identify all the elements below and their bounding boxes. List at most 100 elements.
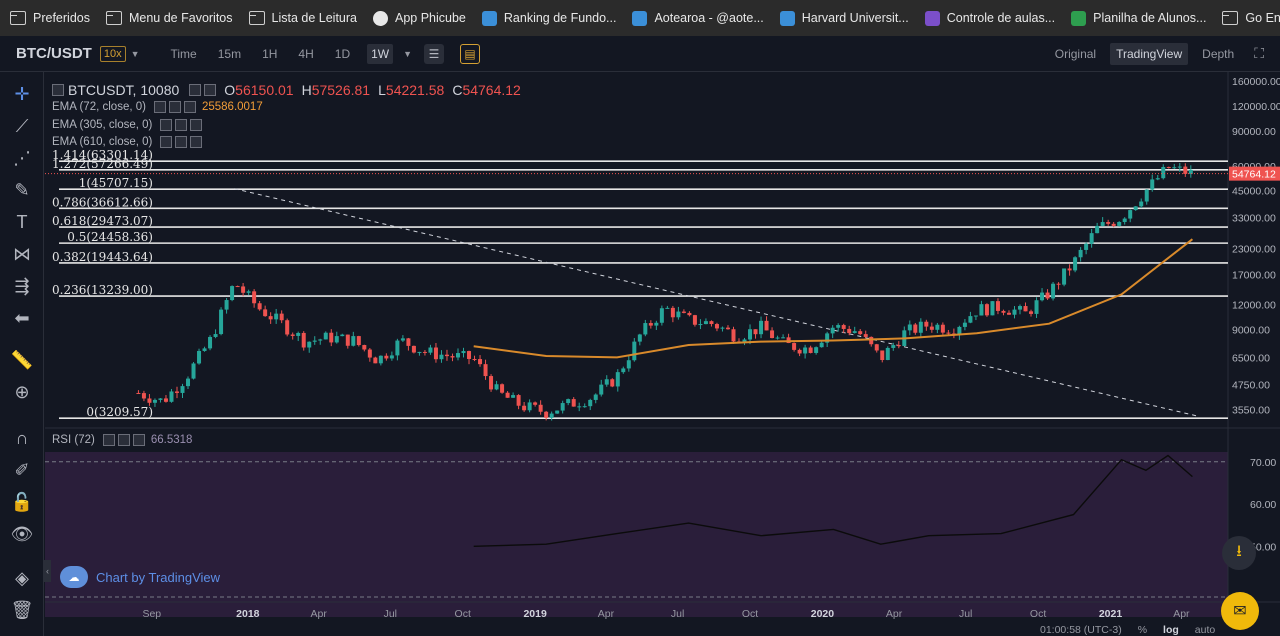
ema72-eye-icon[interactable]	[168, 101, 181, 113]
timeframe-4h[interactable]: 4H	[294, 44, 317, 64]
brush-icon[interactable]: ✎	[10, 178, 34, 202]
bookmark-item[interactable]: App Phicube	[373, 10, 466, 26]
rsi-close-icon[interactable]	[132, 434, 145, 446]
timeframe-1d[interactable]: 1D	[331, 44, 354, 64]
ema610-close-icon[interactable]	[190, 136, 203, 148]
view-original[interactable]: Original	[1049, 43, 1102, 65]
bookmarks-bar: Preferidos Menu de Favoritos Lista de Leit…	[0, 0, 1280, 36]
candle-body	[990, 301, 995, 316]
candle-body	[687, 312, 692, 316]
bookmark-item[interactable]: Go English	[1222, 11, 1280, 25]
candle-body	[836, 325, 841, 328]
rsi-eye-icon[interactable]	[117, 434, 130, 446]
time-tick-label: Apr	[1173, 608, 1190, 620]
indicators-icon[interactable]: ▤	[460, 43, 481, 64]
layers-icon[interactable]: ◈	[10, 566, 34, 590]
candle-body	[869, 336, 874, 345]
bookmark-item[interactable]: Menu de Favoritos	[105, 11, 233, 25]
magnet-icon[interactable]: ∩	[10, 426, 34, 450]
candle-body	[147, 398, 152, 403]
chart-toolbar: BTC/USDT 10x ▼ Time 15m 1H 4H 1D 1W ▼ ☰ …	[0, 36, 1280, 72]
candle-body	[230, 286, 235, 301]
candle-body	[814, 347, 819, 353]
crosshair-icon[interactable]: ✛	[10, 82, 34, 106]
bookmark-item[interactable]: Ranking de Fundo...	[481, 10, 616, 26]
fib-level-label: 0.382(19443.64)	[52, 250, 153, 264]
ema610-eye-icon[interactable]	[175, 136, 188, 148]
fib-level-label: 0.236(13239.00)	[52, 283, 153, 297]
bookmark-item[interactable]: Controle de aulas...	[924, 10, 1055, 26]
prediction-tool-icon[interactable]: ⇶	[10, 274, 34, 298]
trash-icon[interactable]: 🗑	[10, 598, 34, 622]
leverage-badge[interactable]: 10x	[99, 45, 126, 62]
candle-body	[962, 322, 967, 327]
pattern-tool-icon[interactable]: ⋈	[10, 242, 34, 266]
timeframe-time[interactable]: Time	[167, 44, 201, 64]
candle-body	[621, 368, 626, 373]
bookmark-item[interactable]: Planilha de Alunos...	[1071, 10, 1206, 26]
high-value: 57526.81	[311, 82, 371, 98]
candle-body	[1034, 300, 1039, 314]
candle-body	[1161, 166, 1166, 179]
percent-toggle[interactable]: %	[1138, 624, 1147, 636]
collapse-legend-icon[interactable]	[52, 84, 64, 96]
candle-body	[1166, 166, 1171, 168]
candle-body	[582, 406, 587, 408]
back-arrow-icon[interactable]: ⬅	[10, 306, 34, 330]
timeframe-15m[interactable]: 15m	[214, 44, 245, 64]
ema72-settings-icon[interactable]	[153, 101, 166, 113]
bookmark-item[interactable]: Preferidos	[10, 11, 90, 25]
tradingview-watermark[interactable]: ☁ Chart by TradingView	[60, 566, 220, 588]
chevron-down-icon[interactable]: ▼	[131, 49, 140, 59]
settings-sliders-icon[interactable]: ☰	[424, 43, 445, 64]
ema305-eye-icon[interactable]	[175, 119, 188, 131]
eye-icon[interactable]: 👁	[10, 522, 34, 546]
timeframe-1w[interactable]: 1W	[367, 43, 394, 64]
trend-line-icon[interactable]: ⟋	[10, 114, 34, 138]
lock-drawing-icon[interactable]: ✐	[10, 458, 34, 482]
ema305-close-icon[interactable]	[190, 119, 203, 131]
candle-body	[731, 329, 736, 342]
download-icon[interactable]: ⭳	[1222, 536, 1256, 570]
view-depth[interactable]: Depth	[1196, 43, 1240, 65]
bookmark-item[interactable]: Aotearoa - @aote...	[632, 10, 764, 26]
candle-body	[759, 320, 764, 335]
lock-icon[interactable]: 🔓	[10, 490, 34, 514]
fib-tool-icon[interactable]: ⋰	[10, 146, 34, 170]
fullscreen-icon[interactable]: ⛶	[1248, 41, 1270, 66]
price-tick-label: 17000.00	[1232, 269, 1276, 281]
price-tick-label: 33000.00	[1232, 212, 1276, 224]
settings-icon[interactable]	[189, 84, 202, 96]
rsi-tick-label: 60.00	[1250, 499, 1276, 511]
timeframe-1h[interactable]: 1H	[258, 44, 281, 64]
timeframe-chevron-down-icon[interactable]: ▼	[403, 49, 412, 59]
candle-body	[1183, 166, 1188, 174]
rsi-value: 66.5318	[150, 434, 193, 446]
price-chart[interactable]: 160000.00120000.0090000.0060000.0045000.…	[45, 72, 1280, 636]
price-tick-label: 9000.00	[1232, 324, 1270, 336]
candle-body	[1144, 189, 1149, 202]
ema72-close-icon[interactable]	[183, 101, 196, 113]
collapse-toolbar-chevron-icon[interactable]: ‹	[44, 560, 51, 582]
candle-body	[1078, 249, 1083, 258]
candle-body	[659, 308, 664, 323]
rsi-band	[45, 452, 1228, 617]
candle-body	[1040, 292, 1045, 301]
candle-body	[158, 398, 163, 400]
bookmark-item[interactable]: Lista de Leitura	[248, 11, 357, 25]
ema610-settings-icon[interactable]	[160, 136, 173, 148]
time-tick-label: Oct	[455, 608, 471, 620]
view-tradingview[interactable]: TradingView	[1110, 42, 1189, 65]
auto-toggle[interactable]: auto	[1195, 624, 1215, 636]
text-tool-icon[interactable]: T	[10, 210, 34, 234]
ruler-icon[interactable]: 📏	[10, 348, 34, 372]
zoom-in-icon[interactable]: ⊕	[10, 380, 34, 404]
ema305-settings-icon[interactable]	[160, 119, 173, 131]
rsi-settings-icon[interactable]	[102, 434, 115, 446]
candle-body	[329, 332, 334, 343]
visibility-icon[interactable]	[204, 84, 217, 96]
bookmark-item[interactable]: Harvard Universit...	[779, 10, 909, 26]
log-toggle[interactable]: log	[1163, 624, 1179, 636]
candle-body	[246, 291, 251, 293]
candle-body	[489, 376, 494, 390]
